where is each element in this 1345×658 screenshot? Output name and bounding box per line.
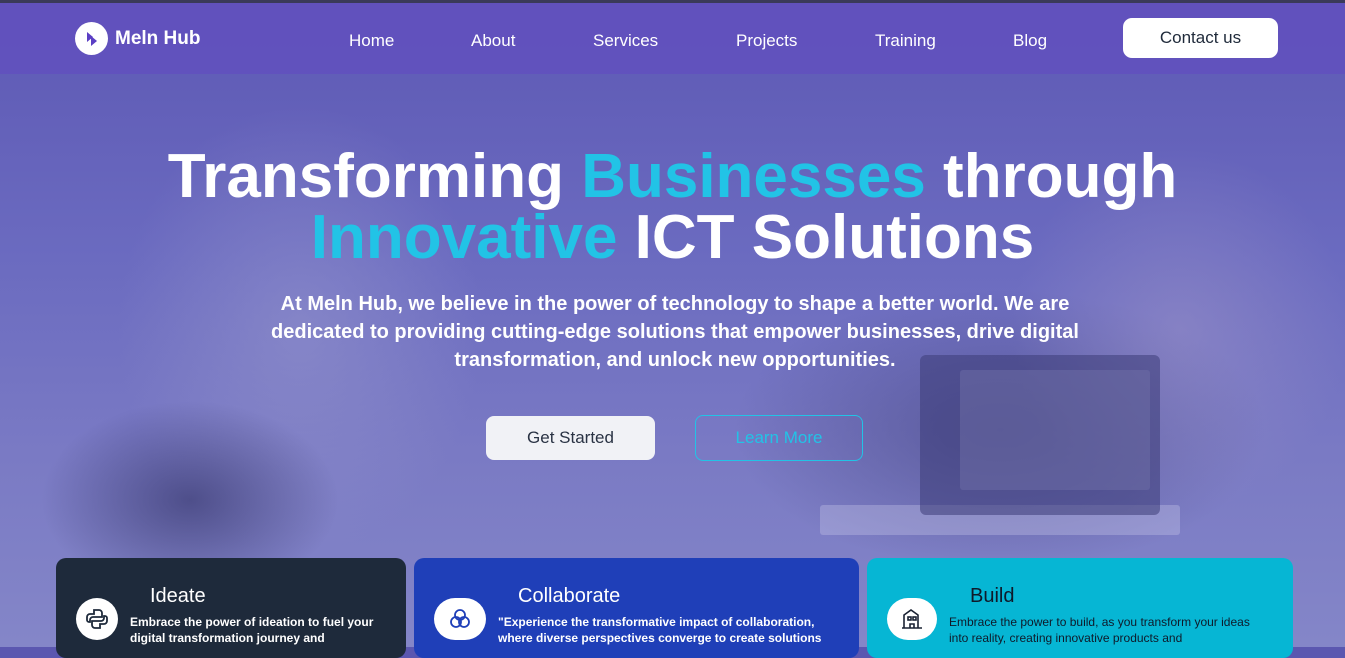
headline-text: through [925, 142, 1178, 211]
card-title: Collaborate [518, 585, 621, 607]
laptop-screen [960, 370, 1150, 490]
circles-icon [434, 598, 486, 640]
hero-headline-line2: Innovative ICT Solutions [0, 207, 1345, 269]
brand-logo[interactable]: Meln Hub [75, 22, 201, 55]
card-title: Ideate [150, 585, 206, 607]
card-text: Embrace the power of ideation to fuel yo… [130, 615, 374, 645]
hero-headline-line1: Transforming Businesses through [0, 146, 1345, 208]
laptop-base [820, 505, 1180, 535]
card-text: "Experience the transformative impact of… [498, 615, 822, 645]
nav-projects[interactable]: Projects [736, 31, 797, 51]
card-ideate[interactable]: Ideate Embrace the power of ideation to … [56, 558, 406, 658]
nav-services[interactable]: Services [593, 31, 658, 51]
nav-blog[interactable]: Blog [1013, 31, 1047, 51]
card-build[interactable]: Build Embrace the power to build, as you… [867, 558, 1293, 658]
hero-subtitle: At Meln Hub, we believe in the power of … [271, 293, 1079, 371]
contact-us-button[interactable]: Contact us [1123, 18, 1278, 58]
learn-more-button[interactable]: Learn More [695, 415, 863, 461]
headline-accent: Innovative [310, 203, 618, 272]
top-navbar: Meln Hub Home About Services Projects Tr… [0, 0, 1345, 74]
headline-text: Transforming [167, 142, 582, 211]
card-title: Build [970, 585, 1015, 607]
card-text: Embrace the power to build, as you trans… [949, 615, 1250, 645]
headline-text: ICT Solutions [617, 203, 1035, 272]
nav-training[interactable]: Training [875, 31, 936, 51]
logo-icon [75, 22, 108, 55]
nav-about[interactable]: About [471, 31, 515, 51]
building-icon [887, 598, 937, 640]
nav-home[interactable]: Home [349, 31, 394, 51]
get-started-button[interactable]: Get Started [486, 416, 655, 460]
brand-name: Meln Hub [115, 27, 201, 49]
headline-accent: Businesses [581, 142, 926, 211]
card-collaborate[interactable]: Collaborate "Experience the transformati… [414, 558, 859, 658]
python-icon [76, 598, 118, 640]
